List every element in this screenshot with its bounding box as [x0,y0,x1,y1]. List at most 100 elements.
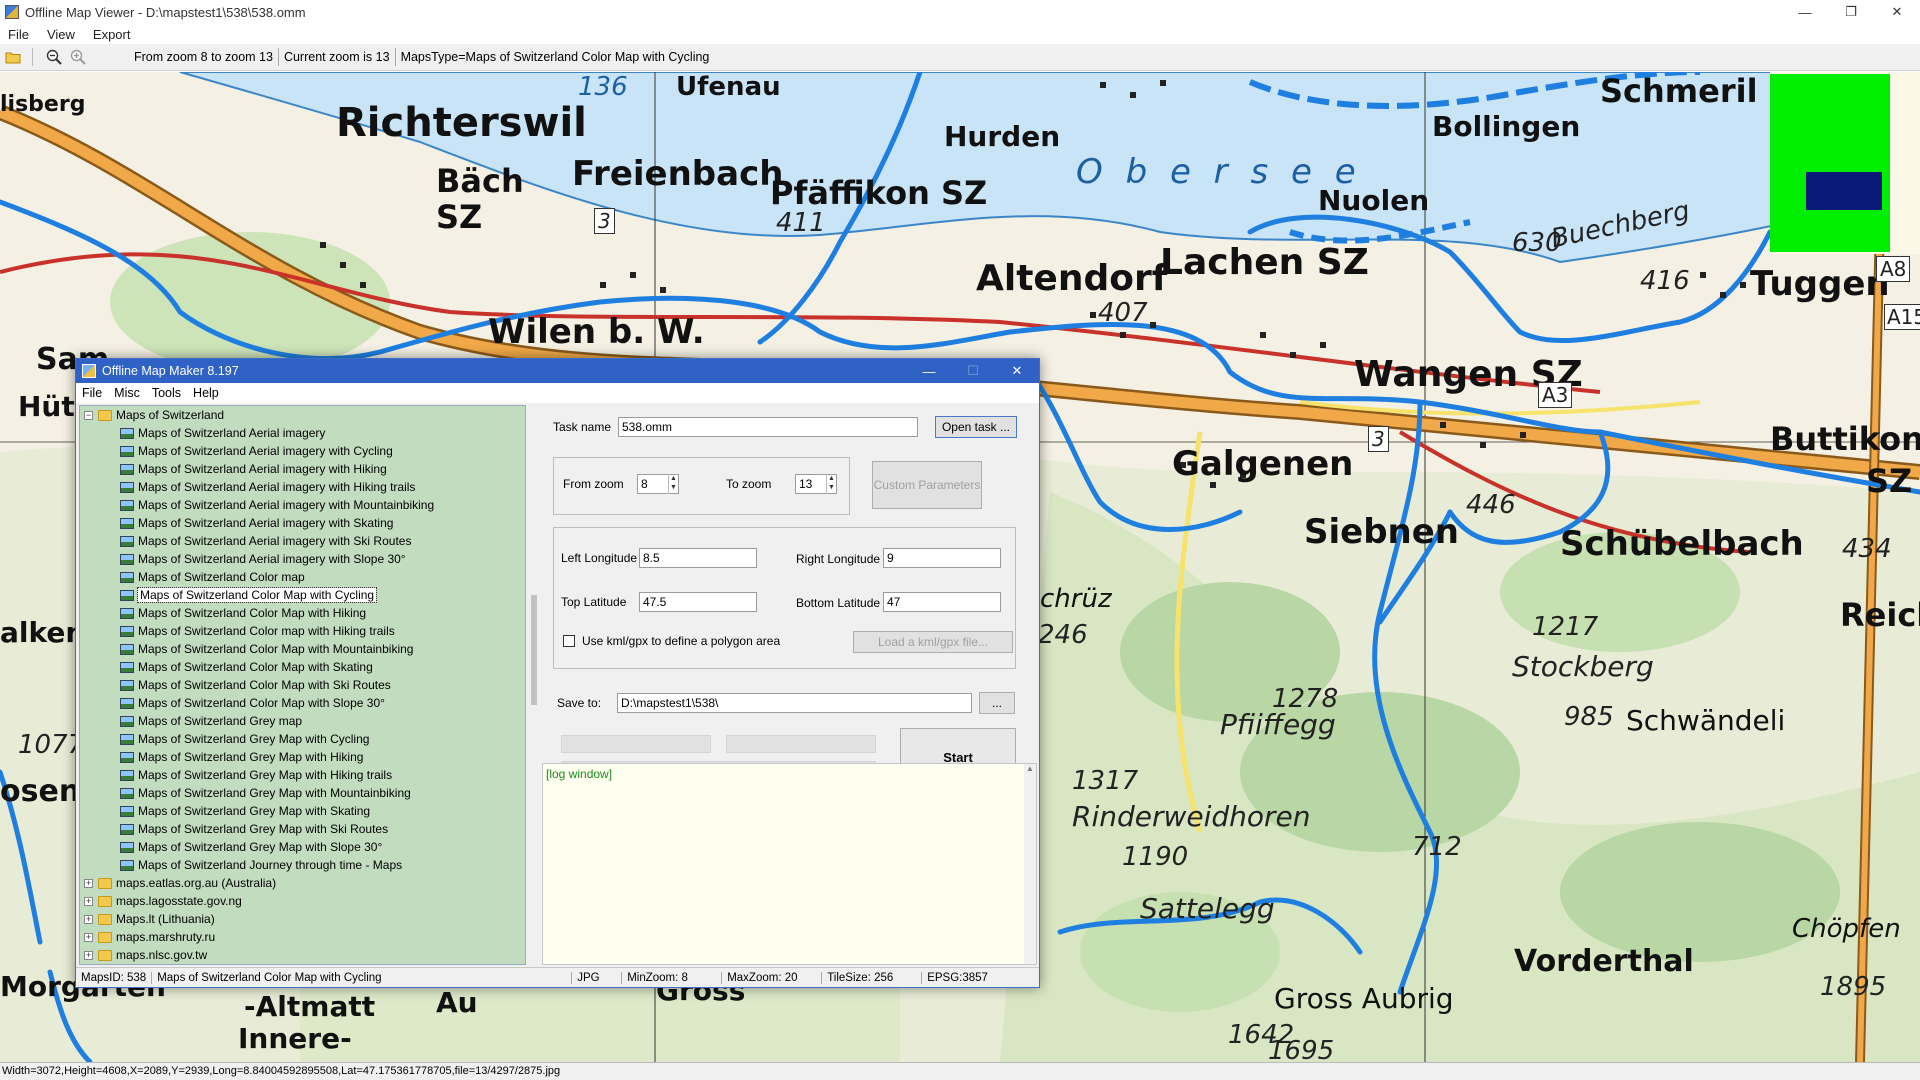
tree-map-item[interactable]: Maps of Switzerland Color Map with Mount… [80,640,525,658]
bottom-latitude-input[interactable]: 47 [883,592,1001,612]
tree-source-label: maps.eatlas.org.au (Australia) [116,876,277,890]
tree-map-item[interactable]: Maps of Switzerland Grey Map with Mounta… [80,784,525,802]
tree-scrollbar-thumb[interactable] [531,595,537,705]
polygon-checkbox[interactable] [563,635,575,647]
tree-map-item[interactable]: Maps of Switzerland Grey Map with Skatin… [80,802,525,820]
tree-map-item[interactable]: Maps of Switzerland Grey Map with Ski Ro… [80,820,525,838]
tree-map-item[interactable]: Maps of Switzerland Aerial imagery with … [80,478,525,496]
tree-map-item-label: Maps of Switzerland Color Map with Cycli… [136,587,378,603]
tree-map-item[interactable]: Maps of Switzerland Color map [80,568,525,586]
tree-map-item-label: Maps of Switzerland Grey Map with Cyclin… [138,732,370,746]
tree-map-item[interactable]: Maps of Switzerland Grey Map with Slope … [80,838,525,856]
dialog-menu-help[interactable]: Help [193,386,219,400]
tree-children: Maps of Switzerland Aerial imagery Maps o… [80,424,525,874]
map-label: lisberg [0,92,86,117]
dialog-menu-file[interactable]: File [82,386,102,400]
map-label: chrüz [1040,584,1112,614]
map-label: Sattelegg [1140,892,1275,925]
expand-icon[interactable]: + [84,951,93,961]
top-latitude-input[interactable]: 47.5 [639,592,757,612]
tree-map-item[interactable]: Maps of Switzerland Grey Map with Cyclin… [80,730,525,748]
right-longitude-input[interactable]: 9 [883,548,1001,568]
open-folder-icon[interactable] [2,46,24,68]
main-toolbar: From zoom 8 to zoom 13 Current zoom is 1… [0,44,1920,71]
elevation-label: 246 [1038,620,1088,650]
collapse-icon[interactable]: − [84,411,93,421]
main-statusbar: Width=3072,Height=4608,X=2089,Y=2939,Lon… [0,1062,1920,1080]
elevation-label: 1217 [1532,612,1599,642]
tree-source-node[interactable]: + maps.lagosstate.gov.ng [80,892,525,910]
tree-map-item[interactable]: Maps of Switzerland Aerial imagery [80,424,525,442]
tree-map-item[interactable]: Maps of Switzerland Aerial imagery with … [80,532,525,550]
overview-viewport[interactable] [1806,172,1882,210]
zoom-out-icon[interactable] [43,46,65,68]
dialog-menu-tools[interactable]: Tools [152,386,181,400]
tree-map-item[interactable]: Maps of Switzerland Color Map with Cycli… [80,586,525,604]
log-window[interactable]: [log window] ▲ [542,763,1037,965]
tree-map-item[interactable]: Maps of Switzerland Aerial imagery with … [80,514,525,532]
tree-map-item[interactable]: Maps of Switzerland Grey Map with Hiking [80,748,525,766]
tree-map-item[interactable]: Maps of Switzerland Journey through time… [80,856,525,874]
maximize-button[interactable]: ❐ [1828,0,1874,24]
dialog-close-button[interactable]: ✕ [995,359,1039,383]
custom-parameters-button[interactable]: Custom Parameters [872,461,982,509]
tree-map-item[interactable]: Maps of Switzerland Aerial imagery with … [80,496,525,514]
map-label: SZ [436,198,483,236]
tree-other-sources: + maps.eatlas.org.au (Australia) + maps.lag… [80,874,525,964]
load-kml-button[interactable]: Load a kml/gpx file... [853,631,1013,653]
tree-map-item[interactable]: Maps of Switzerland Grey map [80,712,525,730]
map-thumbnail-icon [120,860,134,872]
map-thumbnail-icon [120,554,134,566]
menu-view[interactable]: View [47,27,75,42]
browse-button[interactable]: ... [979,692,1015,714]
tree-source-node[interactable]: + maps.nlsc.gov.tw [80,946,525,964]
map-thumbnail-icon [120,446,134,458]
tree-map-item[interactable]: Maps of Switzerland Color Map with Ski R… [80,676,525,694]
tree-map-item-label: Maps of Switzerland Aerial imagery with … [138,498,435,512]
tree-map-item[interactable]: Maps of Switzerland Color Map with Skati… [80,658,525,676]
tree-source-node[interactable]: + Maps.lt (Lithuania) [80,910,525,928]
elevation-label: 630 [1512,228,1562,258]
tree-source-node[interactable]: + maps.marshruty.ru [80,928,525,946]
dialog-menu-misc[interactable]: Misc [114,386,140,400]
map-thumbnail-icon [120,770,134,782]
tree-root-node[interactable]: − Maps of Switzerland [80,406,525,424]
tree-map-item-label: Maps of Switzerland Journey through time… [138,858,403,872]
map-label: Siebnen [1304,512,1460,552]
dialog-minimize-button[interactable]: — [907,359,951,383]
tree-map-item[interactable]: Maps of Switzerland Aerial imagery with … [80,550,525,568]
close-button[interactable]: ✕ [1874,0,1920,24]
status-tile-size: TileSize: 256 [822,971,923,984]
menu-export[interactable]: Export [93,27,131,42]
task-name-input[interactable]: 538.omm [618,417,918,437]
tree-map-item[interactable]: Maps of Switzerland Color Map with Slope… [80,694,525,712]
log-scrollbar[interactable]: ▲ [1024,764,1036,964]
tree-source-node[interactable]: + maps.eatlas.org.au (Australia) [80,874,525,892]
from-zoom-spinner-icon[interactable]: ▲ ▼ [668,474,678,494]
left-longitude-input[interactable]: 8.5 [639,548,757,568]
expand-icon[interactable]: + [84,879,93,889]
expand-icon[interactable]: + [84,897,93,907]
tree-map-item-label: Maps of Switzerland Grey Map with Hiking [138,750,364,764]
minimize-button[interactable]: — [1782,0,1828,24]
tree-map-item[interactable]: Maps of Switzerland Aerial imagery with … [80,460,525,478]
tree-map-item[interactable]: Maps of Switzerland Color Map with Hikin… [80,604,525,622]
map-thumbnail-icon [120,680,134,692]
to-zoom-spinner-icon[interactable]: ▲ ▼ [826,474,836,494]
save-to-input[interactable]: D:\mapstest1\538\ [617,693,972,713]
road-number-label: 3 [1368,426,1389,452]
menu-file[interactable]: File [8,27,29,42]
tree-map-item[interactable]: Maps of Switzerland Grey Map with Hiking… [80,766,525,784]
tree-scrollbar[interactable] [528,405,540,965]
open-task-button[interactable]: Open task ... [935,416,1017,438]
overview-extent [1770,74,1890,252]
overview-minimap[interactable] [1770,72,1920,254]
elevation-label: 712 [1412,832,1462,862]
dialog-titlebar[interactable]: Offline Map Maker 8.197 — ☐ ✕ [76,359,1039,383]
tree-map-item[interactable]: Maps of Switzerland Color map with Hikin… [80,622,525,640]
expand-icon[interactable]: + [84,933,93,943]
progress-bar-1 [561,735,711,753]
tree-map-item[interactable]: Maps of Switzerland Aerial imagery with … [80,442,525,460]
zoom-in-icon[interactable] [67,46,89,68]
expand-icon[interactable]: + [84,915,93,925]
